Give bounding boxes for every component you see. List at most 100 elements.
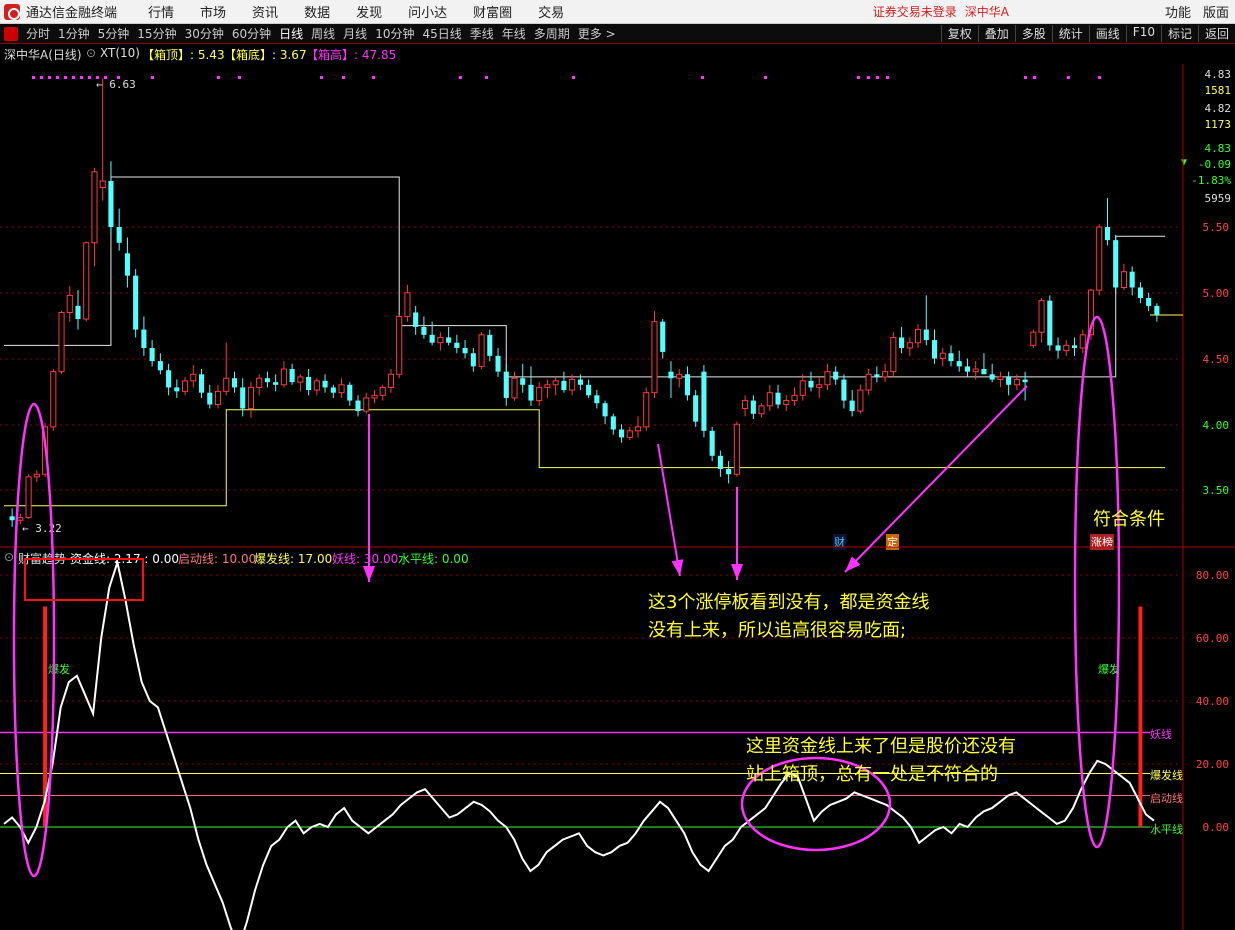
candle-body — [190, 373, 197, 382]
login-status[interactable]: 证券交易未登录 — [873, 3, 957, 20]
menu-item-market[interactable]: 市场 — [200, 2, 226, 21]
candle-body — [857, 389, 864, 412]
candle-body — [750, 400, 756, 414]
period-tab-weekly[interactable]: 周线 — [311, 25, 335, 42]
candle-body — [133, 275, 139, 330]
candle-body — [808, 380, 814, 388]
candle-body — [1063, 344, 1070, 352]
back-button[interactable]: 返回 — [1197, 25, 1235, 42]
f10-button[interactable]: F10 — [1125, 25, 1161, 42]
candle-body — [552, 380, 559, 386]
period-tab-quarterly[interactable]: 季线 — [470, 25, 494, 42]
condition-met-annotation: 符合条件 — [1093, 509, 1165, 530]
signal-dot — [372, 76, 375, 79]
candle-body — [577, 379, 583, 385]
period-tab-45day[interactable]: 45日线 — [422, 25, 461, 42]
candle-body — [791, 394, 798, 402]
toolbar-menu-icon[interactable] — [4, 26, 18, 41]
multi-stock-button[interactable]: 多股 — [1014, 25, 1052, 42]
menu-item-trade[interactable]: 交易 — [538, 2, 564, 21]
candle-body — [914, 329, 922, 344]
candle-body — [429, 334, 435, 343]
signal-dot — [459, 76, 462, 79]
candle-body — [676, 373, 683, 379]
period-tab-10min[interactable]: 10分钟 — [375, 25, 414, 42]
candle-body — [470, 353, 476, 367]
period-tab-daily[interactable]: 日线 — [279, 25, 303, 42]
candle-body — [454, 342, 460, 348]
candle-body — [404, 292, 411, 317]
candle-body — [371, 394, 378, 399]
statistics-button[interactable]: 统计 — [1051, 25, 1089, 42]
candle-body — [733, 423, 740, 475]
signal-dot — [320, 76, 323, 79]
candle-body — [347, 384, 353, 401]
highlight-box-peak — [24, 558, 144, 601]
candle-body — [536, 386, 543, 402]
candle-body — [1013, 379, 1020, 386]
period-tab-1min[interactable]: 1分钟 — [58, 25, 90, 42]
candle-body — [273, 382, 279, 385]
signal-dot — [80, 76, 83, 79]
candle-body — [923, 329, 929, 341]
menu-bar: 通达信金融终端 行情 市场 资讯 数据 发现 问小达 财富圈 交易 证券交易未登… — [0, 0, 1235, 24]
period-tab-more[interactable]: 更多 > — [578, 25, 616, 42]
candle-body — [561, 380, 567, 391]
candle-body — [313, 380, 320, 391]
menu-item-data[interactable]: 数据 — [304, 2, 330, 21]
candle-body — [33, 473, 40, 478]
period-tab-5min[interactable]: 5分钟 — [98, 25, 130, 42]
mark-button[interactable]: 标记 — [1160, 25, 1198, 42]
signal-dot — [572, 76, 575, 79]
candle-body — [264, 378, 270, 383]
current-stock-name: 深中华A — [964, 5, 1009, 19]
period-tab-60min[interactable]: 60分钟 — [232, 25, 271, 42]
kline-chart-canvas[interactable] — [0, 44, 1235, 930]
candle-body — [437, 336, 444, 344]
menu-item-news[interactable]: 资讯 — [252, 2, 278, 21]
candle-body — [865, 373, 872, 391]
candle-body — [149, 347, 155, 362]
signal-dot — [96, 76, 99, 79]
candle-body — [421, 326, 427, 335]
period-tab-monthly[interactable]: 月线 — [343, 25, 367, 42]
period-tab-15min[interactable]: 15分钟 — [137, 25, 176, 42]
candle-body — [824, 371, 831, 386]
candle-body — [1038, 300, 1045, 333]
candle-body — [166, 370, 172, 388]
signal-dot — [764, 76, 767, 79]
menu-item-discover[interactable]: 发现 — [356, 2, 382, 21]
menu-item-wealth-circle[interactable]: 财富圈 — [473, 2, 512, 21]
candle-body — [1030, 331, 1037, 346]
candle-body — [330, 387, 336, 393]
candle-body — [396, 315, 403, 375]
candle-body — [157, 361, 163, 371]
candle-body — [247, 386, 255, 409]
signal-dot — [238, 76, 241, 79]
menu-item-functions[interactable]: 功能 — [1165, 2, 1191, 21]
overlay-button[interactable]: 叠加 — [977, 25, 1015, 42]
candle-body — [1146, 298, 1152, 306]
menu-item-ask[interactable]: 问小达 — [408, 2, 447, 21]
menu-item-market-quotes[interactable]: 行情 — [148, 2, 174, 21]
candle-body — [833, 371, 839, 380]
candle-body — [783, 400, 790, 406]
note-limit-up-line2: 没有上来，所以追高很容易吃面; — [648, 620, 907, 641]
period-tab-intraday[interactable]: 分时 — [26, 25, 50, 42]
draw-line-button[interactable]: 画线 — [1088, 25, 1126, 42]
candle-body — [906, 342, 913, 349]
candle-body — [17, 517, 24, 521]
candle-body — [141, 329, 147, 348]
period-tab-30min[interactable]: 30分钟 — [185, 25, 224, 42]
period-tab-yearly[interactable]: 年线 — [502, 25, 526, 42]
candle-body — [256, 377, 263, 388]
signal-dot — [342, 76, 345, 79]
candle-body — [355, 400, 361, 412]
menu-item-layout[interactable]: 版面 — [1203, 2, 1229, 21]
candle-body — [619, 429, 625, 438]
period-tab-multi[interactable]: 多周期 — [534, 25, 570, 42]
candle-body — [717, 455, 723, 469]
adjust-price-button[interactable]: 复权 — [940, 25, 978, 42]
candle-body — [446, 337, 452, 343]
candle-body — [379, 386, 386, 396]
